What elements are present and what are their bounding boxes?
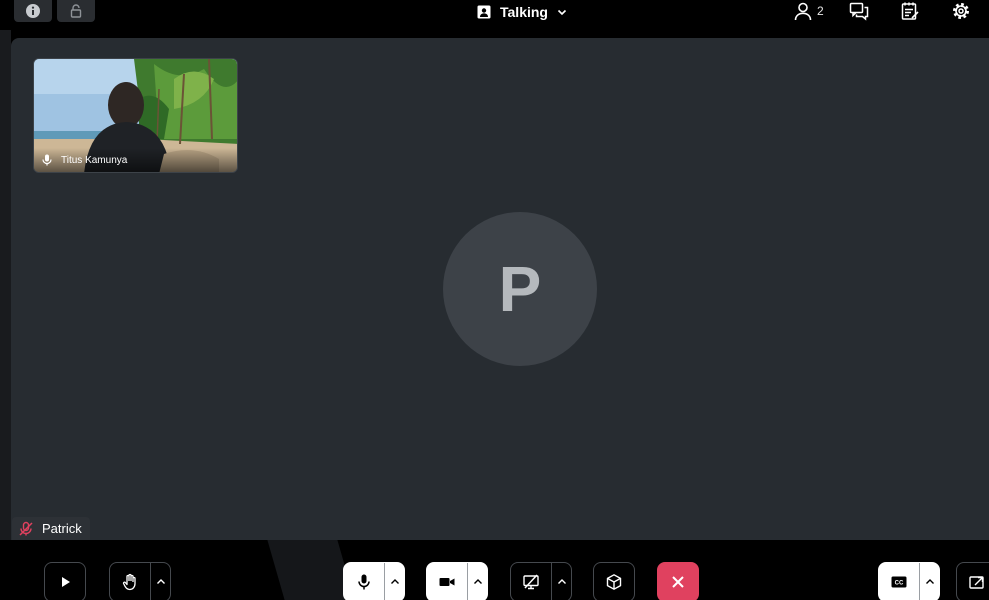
leave-call-button[interactable]	[657, 562, 699, 600]
captions-options-chevron[interactable]	[920, 563, 939, 600]
microphone-icon	[42, 154, 52, 166]
close-icon	[672, 576, 684, 588]
video-camera-icon	[439, 578, 455, 586]
chevron-up-icon	[557, 579, 566, 584]
person-icon	[794, 2, 812, 21]
captions-button[interactable]: CC	[878, 562, 940, 600]
microphone-options-chevron[interactable]	[385, 563, 404, 600]
local-participant-label: Patrick	[12, 517, 90, 540]
play-icon	[62, 577, 70, 587]
gear-icon	[953, 3, 969, 19]
chevron-up-icon	[390, 579, 399, 584]
popout-icon	[969, 576, 984, 589]
chat-icon	[849, 2, 869, 21]
microphone-icon	[358, 574, 370, 590]
microphone-button[interactable]	[343, 562, 405, 600]
camera-button[interactable]	[426, 562, 488, 600]
hand-icon	[123, 573, 136, 591]
participants-button[interactable]: 2	[793, 1, 824, 21]
local-participant-name: Patrick	[42, 521, 82, 536]
screen-share-options-chevron[interactable]	[552, 563, 571, 600]
screen-share-button[interactable]	[510, 562, 572, 600]
lock-button[interactable]	[57, 0, 95, 22]
bottom-toolbar: CC	[0, 540, 989, 600]
camera-options-chevron[interactable]	[468, 563, 487, 600]
info-icon	[26, 4, 40, 18]
lock-icon	[70, 4, 82, 18]
info-button[interactable]	[14, 0, 52, 22]
closed-captions-icon: CC	[891, 576, 907, 588]
conversation-title-dropdown[interactable]: Talking	[476, 2, 568, 22]
top-bar: Talking 2	[0, 0, 989, 30]
page-title: Talking	[500, 4, 548, 20]
chevron-up-icon	[925, 579, 934, 584]
cube-icon	[606, 574, 622, 590]
participant-count: 2	[817, 4, 824, 18]
raise-hand-options-chevron[interactable]	[151, 563, 170, 600]
chevron-down-icon	[557, 9, 567, 16]
chevron-up-icon	[156, 579, 165, 584]
screen-share-off-icon	[523, 574, 539, 590]
chat-button[interactable]	[849, 1, 869, 21]
notes-button[interactable]	[900, 1, 920, 21]
microphone-muted-icon	[19, 521, 33, 536]
local-avatar: P	[443, 212, 597, 366]
presentation-icon	[477, 5, 491, 19]
remote-participant-name: Titus Kamunya	[61, 154, 128, 166]
toolbar-decoration	[267, 540, 355, 600]
notes-icon	[901, 2, 919, 20]
remote-participant-tile[interactable]: Titus Kamunya	[33, 58, 238, 173]
left-edge	[0, 30, 11, 540]
settings-button[interactable]	[951, 1, 971, 21]
chevron-up-icon	[473, 579, 482, 584]
popout-button[interactable]	[956, 562, 989, 600]
remote-participant-label: Titus Kamunya	[34, 148, 237, 172]
raise-hand-button[interactable]	[109, 562, 171, 600]
avatar-initial: P	[498, 253, 542, 325]
cc-label: CC	[895, 580, 904, 586]
play-button[interactable]	[44, 562, 86, 600]
apps-button[interactable]	[593, 562, 635, 600]
